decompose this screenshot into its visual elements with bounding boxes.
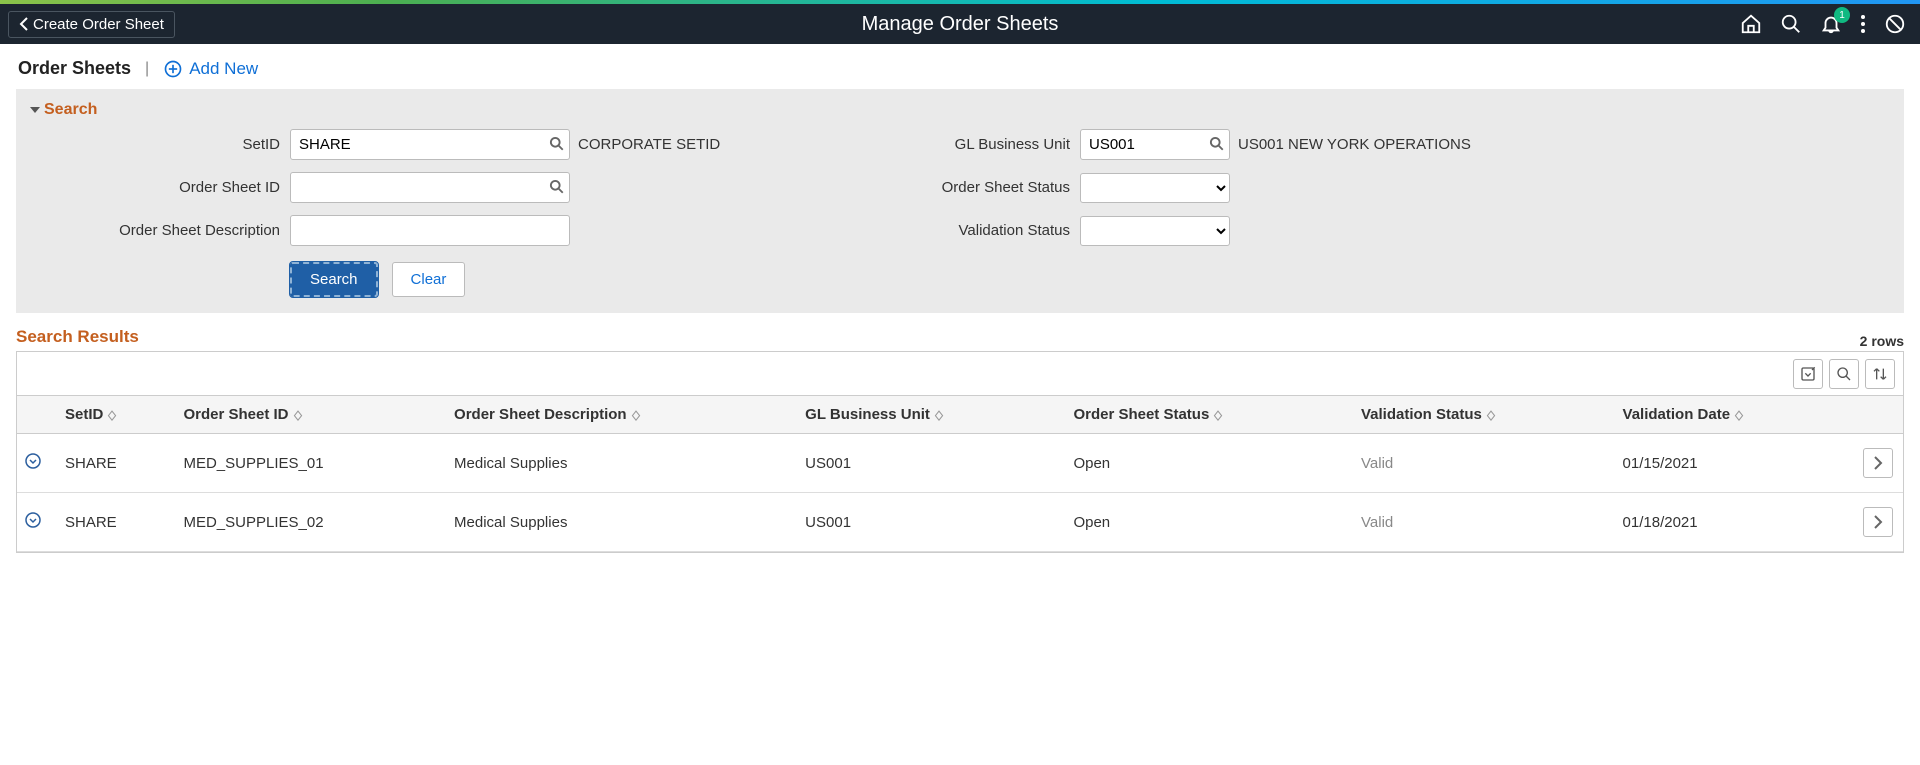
validation-status-select[interactable] <box>1080 216 1230 246</box>
cell-order-sheet-id: MED_SUPPLIES_01 <box>175 434 446 493</box>
page-header: Create Order Sheet Manage Order Sheets 1 <box>0 4 1920 44</box>
col-gl-bu[interactable]: GL Business Unit◇ <box>797 396 1065 434</box>
find-icon[interactable] <box>1829 359 1859 389</box>
cell-setid: SHARE <box>57 434 175 493</box>
lookup-icon[interactable] <box>549 136 564 154</box>
cell-validation-status: Valid <box>1353 434 1615 493</box>
table-row: SHARE MED_SUPPLIES_01 Medical Supplies U… <box>17 434 1903 493</box>
row-open-button[interactable] <box>1863 507 1893 537</box>
cell-validation-date: 01/18/2021 <box>1615 493 1853 552</box>
order-sheet-desc-input-wrap <box>290 215 570 246</box>
order-sheet-status-select[interactable] <box>1080 173 1230 203</box>
table-row: SHARE MED_SUPPLIES_02 Medical Supplies U… <box>17 493 1903 552</box>
caret-down-icon <box>30 105 40 115</box>
search-panel: Search SetID CORPORATE SETID GL Business… <box>16 89 1904 313</box>
search-heading-label: Search <box>44 101 97 119</box>
order-sheet-desc-input[interactable] <box>290 215 570 246</box>
validation-status-label: Validation Status <box>820 222 1080 239</box>
chevron-right-icon <box>1873 515 1883 529</box>
notifications-icon[interactable]: 1 <box>1820 13 1842 35</box>
table-header-row: SetID◇ Order Sheet ID◇ Order Sheet Descr… <box>17 396 1903 434</box>
cell-validation-status: Valid <box>1353 493 1615 552</box>
setid-input[interactable] <box>290 129 570 160</box>
col-validation-status[interactable]: Validation Status◇ <box>1353 396 1615 434</box>
results-table: SetID◇ Order Sheet ID◇ Order Sheet Descr… <box>17 396 1903 552</box>
search-button[interactable]: Search <box>290 262 378 297</box>
back-label: Create Order Sheet <box>33 16 164 33</box>
subheader-title: Order Sheets <box>18 58 131 79</box>
chevron-right-icon <box>1873 456 1883 470</box>
results-section: Search Results 2 rows SetID◇ Order Sheet… <box>16 321 1904 553</box>
clear-button[interactable]: Clear <box>392 262 466 297</box>
subheader-separator: | <box>145 60 149 78</box>
row-menu-icon[interactable] <box>25 453 41 469</box>
cell-gl-bu: US001 <box>797 493 1065 552</box>
gl-bu-label: GL Business Unit <box>820 136 1080 153</box>
lookup-icon[interactable] <box>549 179 564 197</box>
col-order-sheet-id[interactable]: Order Sheet ID◇ <box>175 396 446 434</box>
col-validation-date[interactable]: Validation Date◇ <box>1615 396 1853 434</box>
col-order-sheet-desc[interactable]: Order Sheet Description◇ <box>446 396 797 434</box>
row-open-button[interactable] <box>1863 448 1893 478</box>
validation-status-select-wrap <box>1080 216 1230 246</box>
global-search-icon[interactable] <box>1780 13 1802 35</box>
add-new-link[interactable]: Add New <box>163 59 258 79</box>
setid-description: CORPORATE SETID <box>570 136 820 153</box>
compass-icon[interactable] <box>1884 13 1906 35</box>
table-toolbar <box>17 352 1903 396</box>
cell-status: Open <box>1065 493 1353 552</box>
order-sheet-id-input[interactable] <box>290 172 570 203</box>
plus-circle-icon <box>163 59 183 79</box>
gl-bu-input[interactable] <box>1080 129 1230 160</box>
setid-input-wrap <box>290 129 570 160</box>
setid-label: SetID <box>30 136 290 153</box>
cell-order-sheet-desc: Medical Supplies <box>446 493 797 552</box>
cell-status: Open <box>1065 434 1353 493</box>
back-button[interactable]: Create Order Sheet <box>8 11 175 38</box>
add-new-label: Add New <box>189 59 258 79</box>
results-table-container: SetID◇ Order Sheet ID◇ Order Sheet Descr… <box>16 351 1904 553</box>
order-sheet-status-select-wrap <box>1080 173 1230 203</box>
cell-order-sheet-id: MED_SUPPLIES_02 <box>175 493 446 552</box>
page-title: Manage Order Sheets <box>862 13 1059 36</box>
cell-setid: SHARE <box>57 493 175 552</box>
search-form: SetID CORPORATE SETID GL Business Unit U… <box>30 129 1890 297</box>
notification-badge: 1 <box>1834 7 1850 23</box>
search-buttons: Search Clear <box>290 262 570 297</box>
col-status[interactable]: Order Sheet Status◇ <box>1065 396 1353 434</box>
row-menu-icon[interactable] <box>25 512 41 528</box>
row-count-label: 2 rows <box>16 333 1904 349</box>
cell-order-sheet-desc: Medical Supplies <box>446 434 797 493</box>
order-sheet-id-label: Order Sheet ID <box>30 179 290 196</box>
sort-icon[interactable] <box>1865 359 1895 389</box>
subheader: Order Sheets | Add New <box>0 44 1920 89</box>
more-actions-icon[interactable] <box>1860 14 1866 34</box>
home-icon[interactable] <box>1740 13 1762 35</box>
header-actions: 1 <box>1740 13 1920 35</box>
cell-validation-date: 01/15/2021 <box>1615 434 1853 493</box>
cell-gl-bu: US001 <box>797 434 1065 493</box>
gl-bu-description: US001 NEW YORK OPERATIONS <box>1230 136 1480 153</box>
order-sheet-status-label: Order Sheet Status <box>820 179 1080 196</box>
col-setid[interactable]: SetID◇ <box>57 396 175 434</box>
order-sheet-desc-label: Order Sheet Description <box>30 222 290 239</box>
search-section-toggle[interactable]: Search <box>30 101 1890 119</box>
order-sheet-id-input-wrap <box>290 172 570 203</box>
gl-bu-input-wrap <box>1080 129 1230 160</box>
lookup-icon[interactable] <box>1209 136 1224 154</box>
download-icon[interactable] <box>1793 359 1823 389</box>
chevron-left-icon <box>19 17 29 31</box>
